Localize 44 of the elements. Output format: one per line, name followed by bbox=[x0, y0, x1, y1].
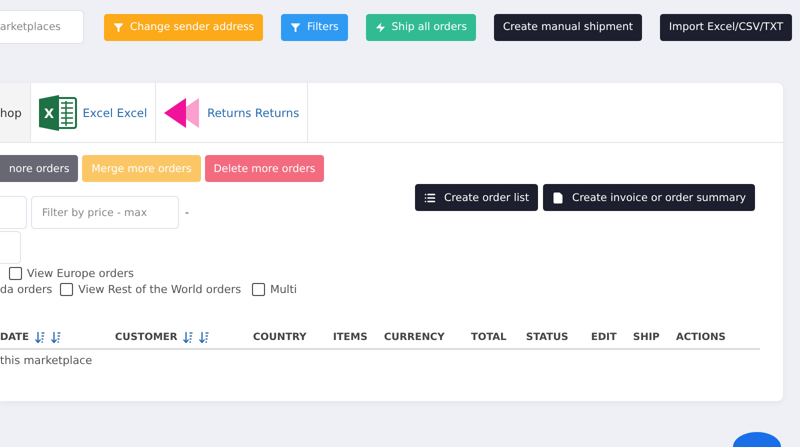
search-field[interactable]: arketplaces bbox=[0, 10, 84, 44]
checkbox-label: View Europe orders bbox=[27, 267, 134, 280]
toolbar-button[interactable]: Import Excel/CSV/TXT bbox=[660, 14, 792, 40]
list-icon bbox=[424, 192, 436, 204]
bulk-action-button[interactable]: Delete more orders bbox=[204, 155, 324, 182]
column-header: ACTIONS bbox=[676, 332, 727, 342]
marketplace-tab[interactable]: hop bbox=[0, 83, 31, 142]
column-header: STATUS bbox=[526, 332, 570, 342]
sort-icon bbox=[183, 332, 194, 342]
checkbox[interactable] bbox=[60, 283, 74, 296]
column-header: TOTAL bbox=[471, 332, 508, 342]
chat-button[interactable] bbox=[733, 432, 781, 447]
filter-icon bbox=[113, 22, 124, 32]
checkbox[interactable] bbox=[252, 283, 266, 296]
filter-label: da orders bbox=[0, 283, 52, 296]
file-icon bbox=[552, 192, 564, 204]
sort-icon bbox=[50, 332, 61, 342]
marketplace-tab[interactable]: X Excel Excel bbox=[30, 83, 156, 142]
export-button[interactable]: Create order list bbox=[415, 184, 538, 211]
export-button[interactable]: Create invoice or order summary bbox=[543, 184, 755, 211]
column-header: DATE bbox=[0, 332, 115, 342]
filter-icon bbox=[290, 22, 302, 32]
checkbox-label: Multi bbox=[270, 283, 297, 296]
bolt-icon bbox=[374, 22, 386, 32]
toolbar-button[interactable]: Create manual shipment bbox=[494, 14, 642, 40]
toolbar-button[interactable]: Filters bbox=[281, 14, 348, 40]
price-min-field[interactable] bbox=[0, 196, 27, 229]
column-header: SHIP bbox=[633, 332, 661, 342]
column-header: COUNTRY bbox=[253, 332, 308, 342]
double-arrow-left-icon bbox=[164, 98, 202, 128]
bulk-action-button[interactable]: nore orders bbox=[0, 155, 78, 182]
checkbox[interactable] bbox=[9, 267, 22, 280]
sort-icon bbox=[34, 332, 45, 342]
filter-field[interactable] bbox=[0, 231, 21, 264]
price-max-field[interactable]: Filter by price - max bbox=[31, 196, 179, 229]
column-header: CUSTOMER bbox=[115, 332, 253, 342]
column-header: ITEMS bbox=[333, 332, 369, 342]
column-header: EDIT bbox=[591, 332, 618, 342]
range-separator: - bbox=[185, 206, 189, 219]
marketplace-tab[interactable]: Returns Returns bbox=[156, 83, 308, 142]
checkbox-label: View Rest of the World orders bbox=[78, 283, 242, 296]
empty-table-message: this marketplace bbox=[0, 354, 94, 367]
column-header: CURRENCY bbox=[384, 332, 446, 342]
sort-icon bbox=[199, 332, 210, 342]
